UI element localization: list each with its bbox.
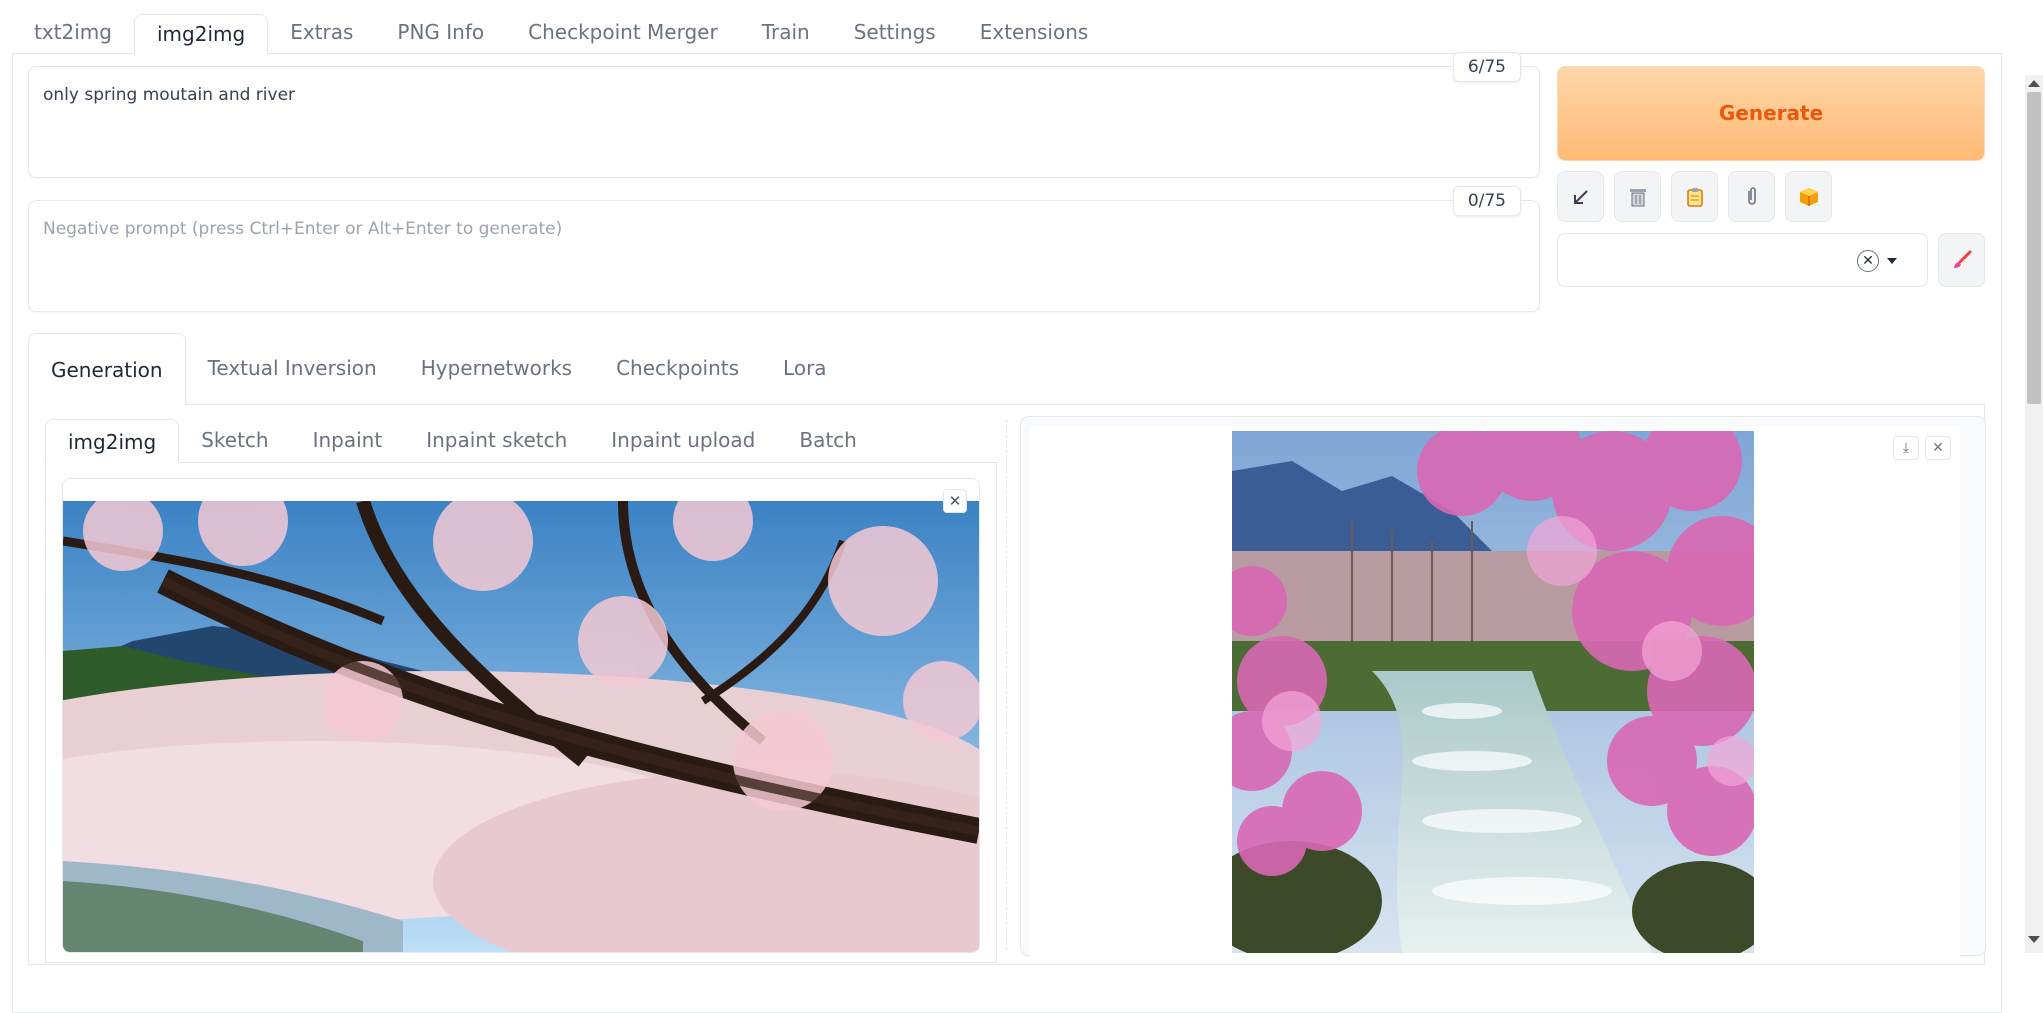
extra-networks-button[interactable] <box>1785 171 1832 222</box>
tab-lora[interactable]: Lora <box>761 332 849 404</box>
tab-checkpoint-merger[interactable]: Checkpoint Merger <box>506 13 740 53</box>
arrow-icon <box>1573 189 1588 204</box>
styles-dropdown[interactable]: ✕ <box>1557 233 1928 287</box>
apply-style-button[interactable] <box>1671 171 1718 222</box>
tab-extensions[interactable]: Extensions <box>958 13 1111 53</box>
clipboard-icon <box>1686 187 1703 207</box>
clear-input-image-button[interactable]: ✕ <box>943 489 967 513</box>
scrollbar-thumb[interactable] <box>2027 92 2041 404</box>
close-icon: ✕ <box>948 492 962 510</box>
paintbrush-icon <box>1953 250 1971 268</box>
tab-train[interactable]: Train <box>740 13 832 53</box>
prompt-text: only spring moutain and river <box>43 85 296 105</box>
output-image[interactable] <box>1232 431 1754 953</box>
tab-batch[interactable]: Batch <box>777 418 879 462</box>
tab-settings[interactable]: Settings <box>832 13 958 53</box>
tool-buttons <box>1557 171 1832 222</box>
negative-prompt-placeholder: Negative prompt (press Ctrl+Enter or Alt… <box>43 219 563 239</box>
negative-prompt-token-counter: 0/75 <box>1452 186 1521 216</box>
tab-generation[interactable]: Generation <box>28 333 186 405</box>
scroll-up-arrow-icon[interactable] <box>2028 80 2040 87</box>
negative-prompt-input[interactable]: Negative prompt (press Ctrl+Enter or Alt… <box>28 186 1540 312</box>
clear-prompt-button[interactable] <box>1614 171 1661 222</box>
tab-hypernetworks[interactable]: Hypernetworks <box>399 332 594 404</box>
scroll-down-arrow-icon[interactable] <box>2028 936 2040 943</box>
download-icon: ⤓ <box>1902 440 1910 456</box>
generate-button[interactable]: Generate <box>1557 66 1985 161</box>
tab-inpaint-upload[interactable]: Inpaint upload <box>589 418 777 462</box>
chevron-down-icon[interactable] <box>1887 258 1897 264</box>
tab-textual-inversion[interactable]: Textual Inversion <box>186 332 399 404</box>
clear-selection-icon[interactable]: ✕ <box>1857 250 1879 272</box>
column-divider <box>1006 420 1007 950</box>
mode-tab-bar: img2img Sketch Inpaint Inpaint sketch In… <box>45 419 997 463</box>
tab-png-info[interactable]: PNG Info <box>375 13 506 53</box>
close-gallery-button[interactable]: ✕ <box>1925 436 1951 460</box>
prompt-token-counter: 6/75 <box>1452 52 1521 82</box>
trash-icon <box>1629 188 1646 206</box>
package-icon <box>1799 187 1818 206</box>
tab-txt2img[interactable]: txt2img <box>12 13 134 53</box>
tab-checkpoints[interactable]: Checkpoints <box>594 332 761 404</box>
edit-style-button[interactable] <box>1938 233 1985 287</box>
tab-img2img[interactable]: img2img <box>133 14 269 54</box>
close-icon: ✕ <box>1932 440 1944 456</box>
top-tab-bar: txt2img img2img Extras PNG Info Checkpoi… <box>12 12 2002 54</box>
paperclip-icon <box>1747 186 1756 205</box>
tab-extras[interactable]: Extras <box>268 13 375 53</box>
download-button[interactable]: ⤓ <box>1893 436 1919 460</box>
tab-img2img-mode[interactable]: img2img <box>45 419 180 463</box>
input-image <box>63 501 979 952</box>
tab-inpaint-sketch[interactable]: Inpaint sketch <box>404 418 589 462</box>
tab-inpaint[interactable]: Inpaint <box>291 418 405 462</box>
attach-button[interactable] <box>1728 171 1775 222</box>
tab-sketch[interactable]: Sketch <box>179 418 290 462</box>
prompt-input[interactable]: only spring moutain and river 6/75 <box>28 52 1540 178</box>
read-params-button[interactable] <box>1557 171 1604 222</box>
main-tab-bar: Generation Textual Inversion Hypernetwor… <box>28 333 1985 405</box>
input-image-dropzone[interactable]: ✕ <box>62 478 980 953</box>
